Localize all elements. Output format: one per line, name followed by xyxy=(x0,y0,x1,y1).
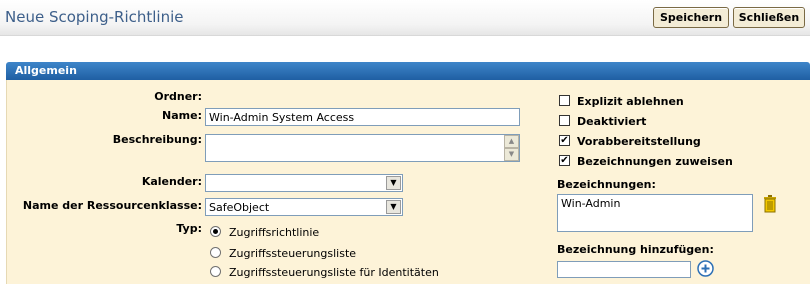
scroll-up-icon[interactable]: ▲ xyxy=(504,135,519,148)
name-input[interactable] xyxy=(205,108,520,126)
title-bar: Neue Scoping-Richtlinie Speichern Schlie… xyxy=(0,0,810,36)
trash-icon[interactable] xyxy=(763,195,777,213)
description-textarea[interactable]: ▲ ▼ xyxy=(205,134,520,162)
labels-heading: Bezeichnungen: xyxy=(557,178,656,191)
chevron-down-icon[interactable]: ▼ xyxy=(386,200,401,214)
resource-class-value: SafeObject xyxy=(209,201,270,214)
scroll-down-icon[interactable]: ▼ xyxy=(504,148,519,161)
type-radio-acl[interactable] xyxy=(210,247,221,258)
add-label-heading: Bezeichnung hinzufügen: xyxy=(557,243,714,256)
add-label-input[interactable] xyxy=(557,261,691,278)
disabled-checkbox[interactable] xyxy=(559,115,570,126)
type-option-label: Zugriffssteuerungsliste für Identitäten xyxy=(229,266,439,279)
resource-class-select[interactable]: SafeObject ▼ xyxy=(205,198,403,216)
calendar-select[interactable]: ▼ xyxy=(205,174,403,192)
resource-class-label: Name der Ressourcenklasse: xyxy=(22,199,202,212)
labels-listbox[interactable]: Win-Admin xyxy=(557,194,753,232)
name-label: Name: xyxy=(162,109,202,122)
pre-provisioning-checkbox[interactable]: ✔ xyxy=(559,135,570,146)
type-option-label: Zugriffsrichtlinie xyxy=(229,226,320,239)
folder-label: Ordner: xyxy=(154,90,202,103)
chevron-down-icon[interactable]: ▼ xyxy=(386,176,401,190)
calendar-label: Kalender: xyxy=(141,175,202,188)
section-title: Allgemein xyxy=(15,64,77,77)
type-radio-access-policy[interactable] xyxy=(210,226,221,237)
type-option-label: Zugriffssteuerungsliste xyxy=(229,247,357,260)
checkbox-label: Explizit ablehnen xyxy=(577,95,684,108)
checkbox-label: Deaktiviert xyxy=(577,115,647,128)
close-button[interactable]: Schließen xyxy=(733,7,805,28)
type-label: Typ: xyxy=(176,222,202,235)
checkbox-label: Vorabbereitstellung xyxy=(577,135,701,148)
checkbox-label: Bezeichnungen zuweisen xyxy=(577,155,733,168)
save-button[interactable]: Speichern xyxy=(653,7,729,28)
section-header: Allgemein xyxy=(6,62,810,80)
page-title: Neue Scoping-Richtlinie xyxy=(5,8,184,26)
list-item[interactable]: Win-Admin xyxy=(561,197,749,210)
explicit-deny-checkbox[interactable] xyxy=(559,95,570,106)
assign-labels-checkbox[interactable]: ✔ xyxy=(559,155,570,166)
plus-circle-icon[interactable] xyxy=(697,260,714,277)
description-label: Beschreibung: xyxy=(112,133,202,146)
type-radio-identity-acl[interactable] xyxy=(210,266,221,277)
